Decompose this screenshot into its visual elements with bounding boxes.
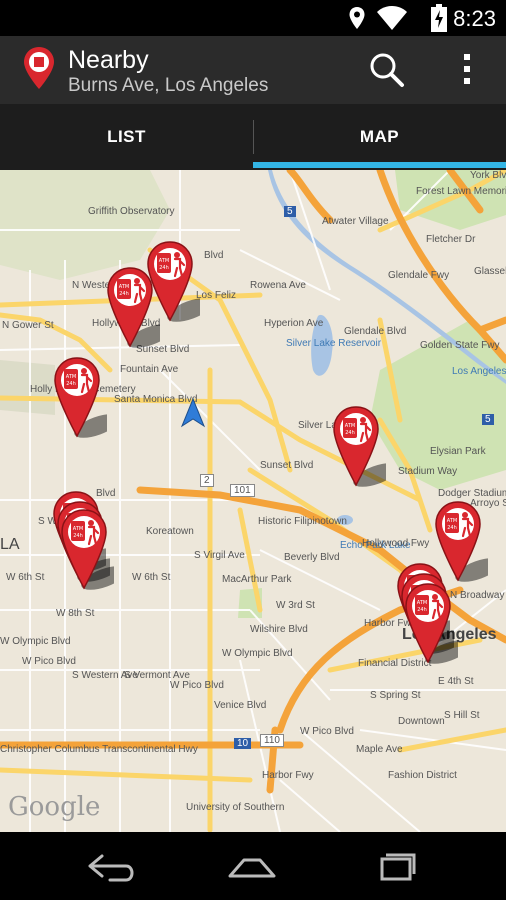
svg-text:24h: 24h [119, 291, 129, 297]
highway-shield: 101 [230, 484, 255, 497]
current-location-icon [180, 397, 206, 428]
wifi-icon [376, 5, 408, 31]
svg-text:24h: 24h [447, 525, 457, 531]
map-label: Fletcher Dr [426, 234, 476, 245]
map-label: Glassell Park [474, 266, 506, 277]
svg-text:24h: 24h [345, 430, 355, 436]
svg-text:ATM: ATM [66, 374, 76, 380]
svg-text:ATM: ATM [159, 258, 169, 264]
map-label: Koreatown [146, 526, 194, 537]
map-label: S Spring St [370, 690, 421, 701]
map-label: Los Feliz [196, 290, 237, 301]
map-label: Hyperion Ave [264, 318, 324, 329]
map-label: LA [0, 536, 20, 553]
map-label: W Pico Blvd [300, 726, 354, 737]
map-label: W 3rd St [276, 600, 315, 611]
svg-text:ATM: ATM [447, 518, 457, 524]
map-label: Hollywood Fwy [362, 538, 430, 549]
map-label: Griffith Observatory [88, 206, 175, 217]
map-label: W Pico Blvd [170, 680, 224, 691]
navigation-bar [0, 832, 506, 900]
map-label: Silver Lake Reservoir [286, 338, 382, 349]
map-label: W Olympic Blvd [0, 636, 71, 647]
map-label: S Hill St [444, 710, 480, 721]
status-bar: 8:23 [0, 0, 506, 36]
map-label: Christopher Columbus Transcontinental Hw… [0, 744, 198, 755]
map-label: W 6th St [132, 572, 171, 583]
home-icon[interactable] [222, 846, 282, 886]
map-label: University of Southern [186, 802, 285, 813]
atm-marker[interactable]: ATM24hATM 24h [332, 405, 399, 491]
back-icon[interactable] [82, 846, 142, 886]
map-label: Fountain Ave [120, 364, 179, 375]
map-view[interactable]: Griffith Observatory Forest Lawn Memoria… [0, 170, 506, 832]
atm-marker[interactable]: ATM24hATM 24h [404, 582, 471, 668]
map-label: MacArthur Park [222, 574, 292, 585]
svg-text:ATM: ATM [119, 284, 129, 290]
map-label: Fashion District [388, 770, 457, 781]
recents-icon[interactable] [366, 846, 426, 886]
map-label: Beverly Blvd [284, 552, 340, 563]
map-label: Stadium Way [398, 466, 458, 477]
highway-shield: 10 [234, 738, 252, 749]
location-icon [348, 6, 366, 30]
map-label: S Virgil Ave [194, 550, 245, 561]
tab-bar: LIST MAP [0, 104, 506, 170]
highway-shield: 5 [482, 414, 494, 425]
atm-marker[interactable]: ATM24hATM 24h [60, 508, 127, 594]
page-title: Nearby [68, 46, 149, 74]
map-label: Historic Filipinotown [258, 516, 347, 527]
map-label: Wilshire Blvd [250, 624, 308, 635]
map-label: Glendale Fwy [388, 270, 450, 281]
svg-text:ATM: ATM [417, 600, 427, 606]
highway-shield: 5 [284, 206, 296, 217]
map-label: W 6th St [6, 572, 45, 583]
tab-list[interactable]: LIST [0, 104, 253, 170]
map-label: Sunset Blvd [260, 460, 314, 471]
map-label: York Blvd [470, 170, 506, 181]
map-label: Venice Blvd [214, 700, 267, 711]
map-label: Downtown [398, 716, 445, 727]
status-time: 8:23 [453, 6, 496, 31]
map-label: W Olympic Blvd [222, 648, 293, 659]
action-bar: Nearby Burns Ave, Los Angeles [0, 36, 506, 104]
svg-text:24h: 24h [159, 265, 169, 271]
map-label: W 8th St [56, 608, 95, 619]
map-label: W Pico Blvd [22, 656, 76, 667]
map-label: Glendale Blvd [344, 326, 407, 337]
map-label: Elysian Park [430, 446, 486, 457]
map-label: Harbor Fwy [262, 770, 314, 781]
map-label: E 4th St [438, 676, 474, 687]
map-label: Blvd [204, 250, 224, 261]
svg-text:24h: 24h [66, 381, 76, 387]
map-label: Maple Ave [356, 744, 403, 755]
map-label: Atwater Village [322, 216, 389, 227]
map-label: N Gower St [2, 320, 54, 331]
search-icon[interactable] [365, 50, 409, 90]
tab-selected-indicator [253, 162, 506, 168]
svg-text:24h: 24h [73, 533, 83, 539]
highway-shield: 2 [200, 474, 214, 487]
google-attribution: Google [8, 792, 101, 822]
app-logo-icon[interactable] [22, 46, 56, 90]
map-label: Golden State Fwy [420, 340, 500, 351]
atm-marker[interactable]: ATM24hATM 24h [53, 356, 120, 442]
map-label: Forest Lawn Memorial Park [416, 186, 506, 197]
highway-shield: 110 [260, 734, 284, 747]
map-label: N Broadway [450, 590, 505, 601]
map-label: Los Angeles River [452, 366, 506, 377]
map-label: Rowena Ave [250, 280, 306, 291]
tab-map[interactable]: MAP [253, 104, 506, 170]
location-subtitle: Burns Ave, Los Angeles [68, 75, 269, 96]
battery-icon [431, 4, 447, 32]
svg-text:24h: 24h [417, 607, 427, 613]
atm-marker[interactable]: ATM24hATM 24h [106, 266, 173, 352]
map-label: S Vermont Ave [124, 670, 190, 681]
svg-text:ATM: ATM [73, 526, 83, 532]
overflow-menu-icon[interactable] [456, 50, 480, 90]
svg-text:ATM: ATM [345, 423, 355, 429]
